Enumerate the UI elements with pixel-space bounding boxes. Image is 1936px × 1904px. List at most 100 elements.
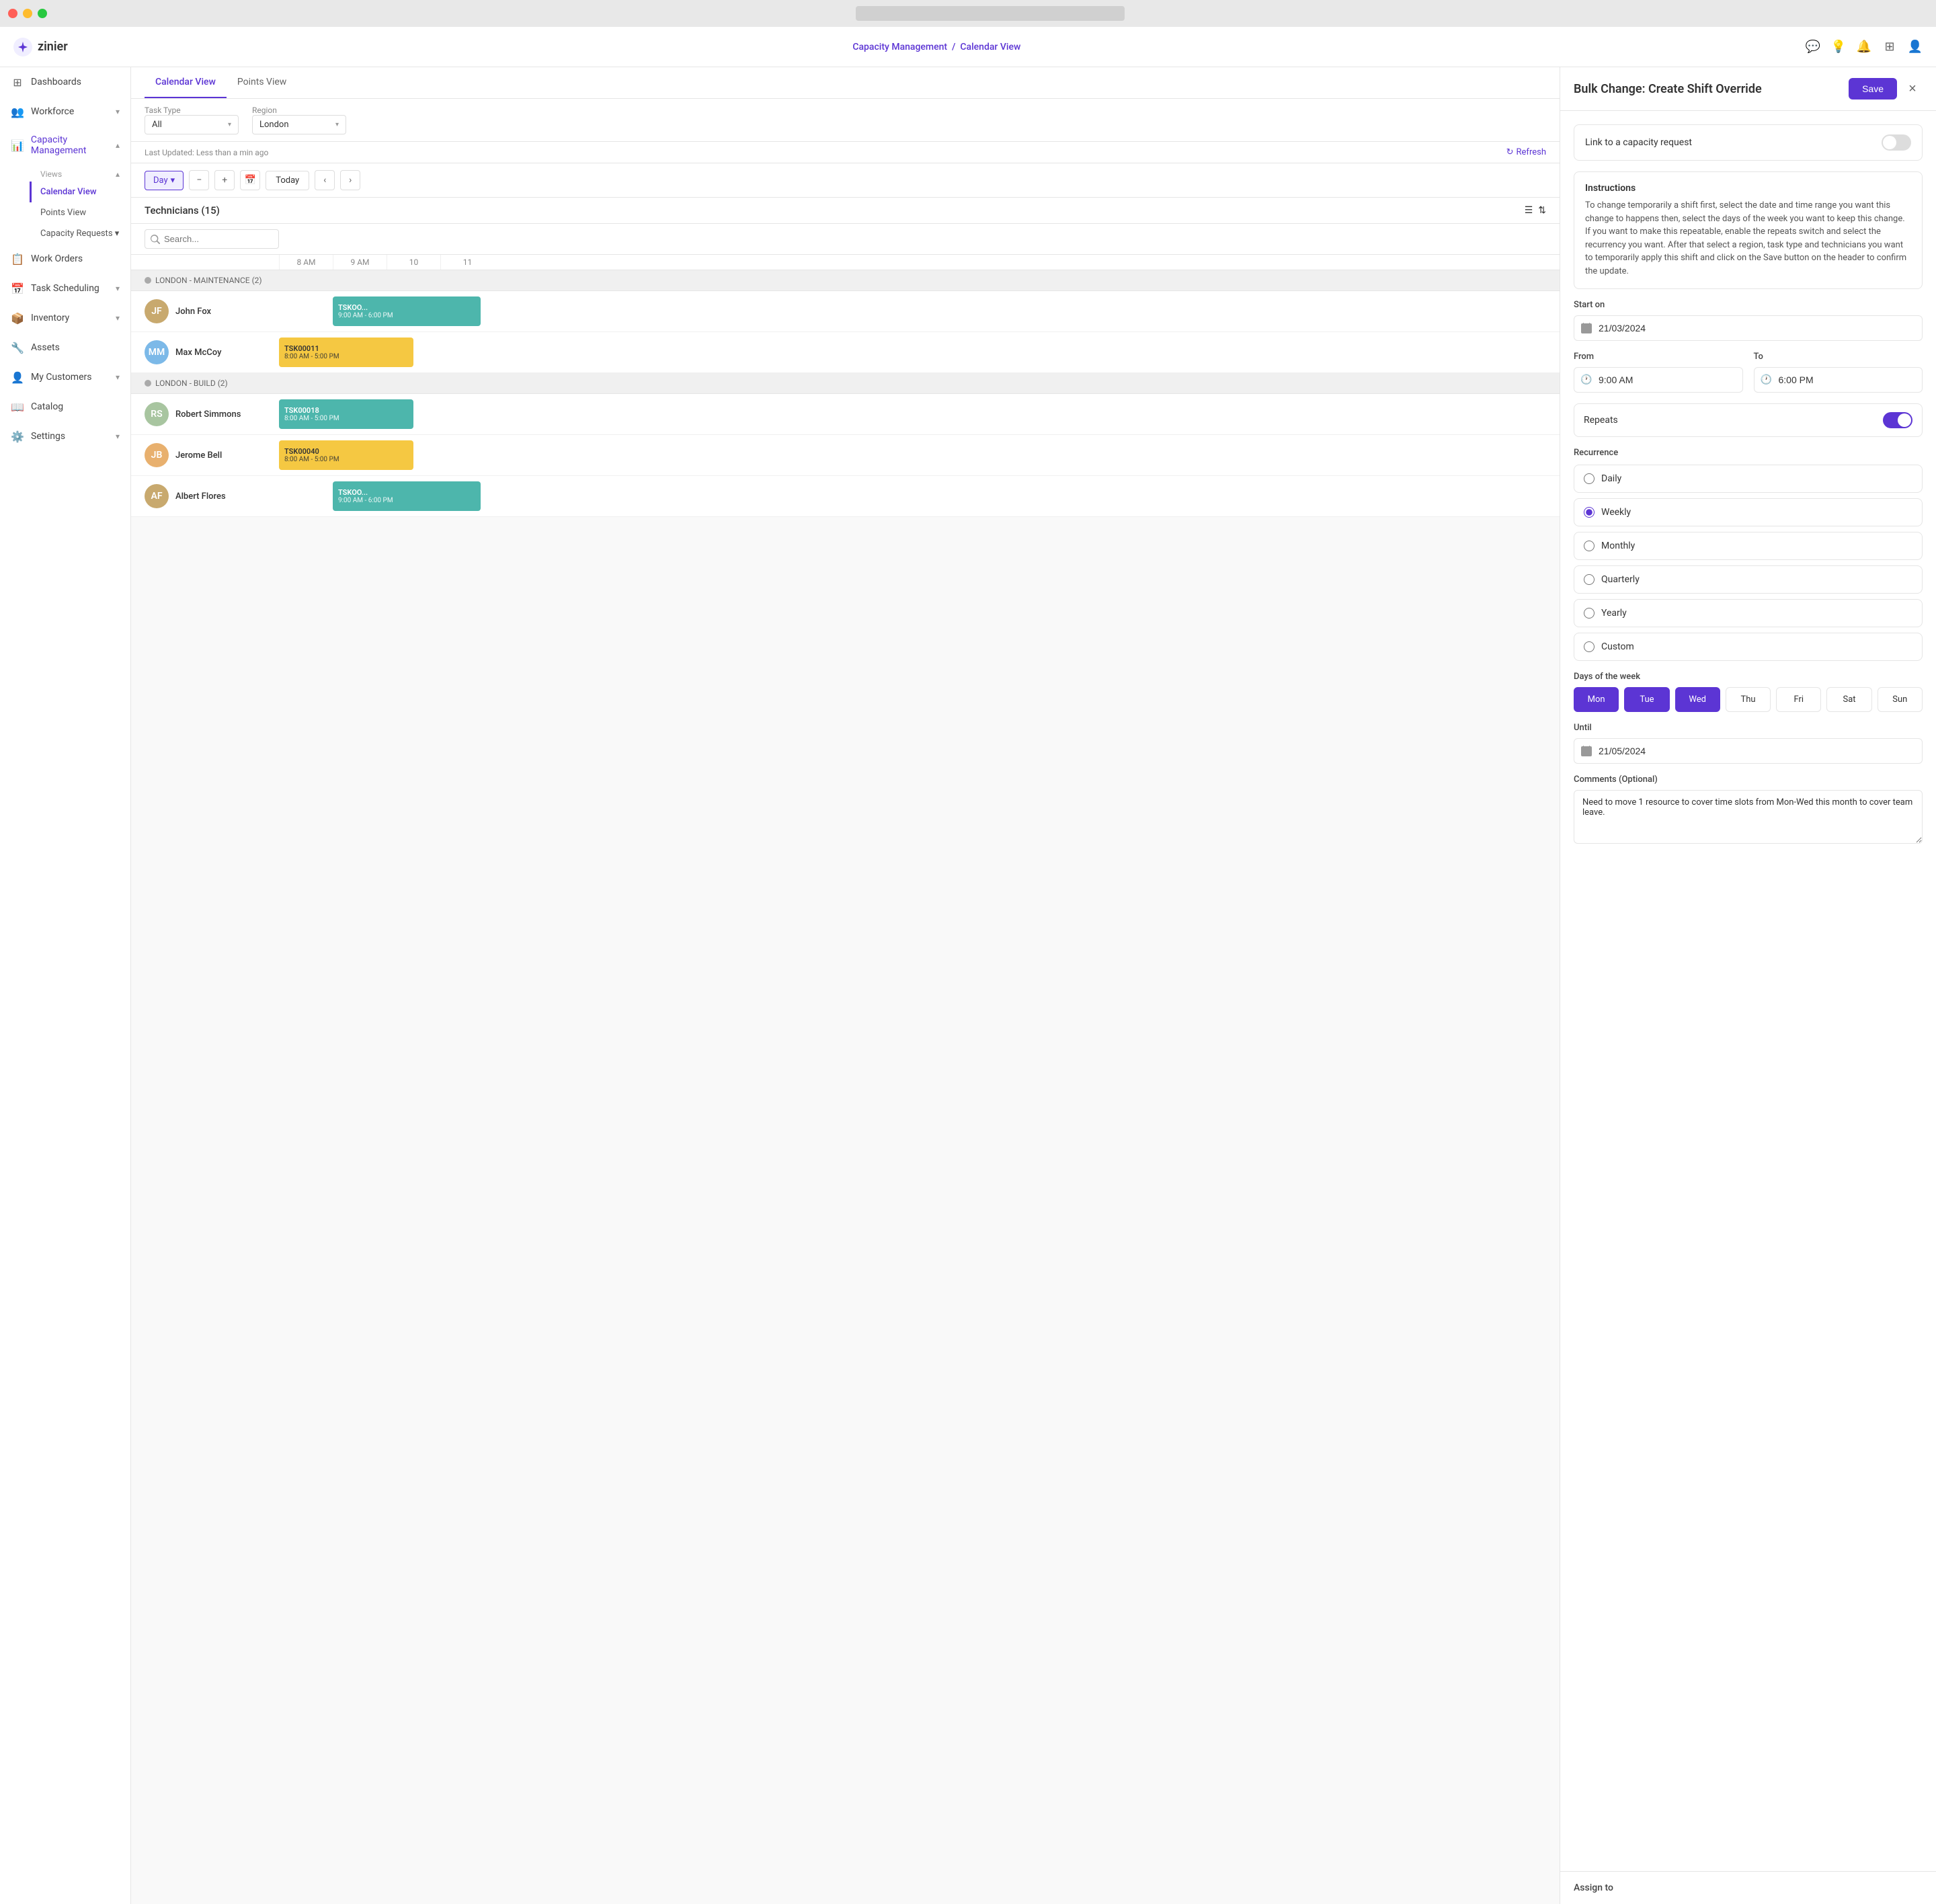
sidebar-item-capacity-requests[interactable]: Capacity Requests ▾ [30,223,130,244]
recurrence-weekly[interactable]: Weekly [1574,498,1923,526]
quarterly-radio[interactable] [1584,574,1595,585]
calendar-picker-btn[interactable]: 📅 [240,170,260,190]
until-date-input[interactable] [1574,738,1923,764]
save-button[interactable]: Save [1849,78,1897,100]
time-slot-11: 11 [440,255,494,270]
sidebar-item-capacity-management[interactable]: 📊 Capacity Management ▴ [0,126,130,164]
clipboard-icon: 📋 [11,252,24,266]
task-id: TSK00011 [284,344,408,353]
tech-name: Max McCoy [175,348,221,358]
close-window-btn[interactable] [8,9,17,18]
app-header: zinier Capacity Management / Calendar Vi… [0,27,1936,67]
recurrence-custom[interactable]: Custom [1574,633,1923,661]
day-view-btn[interactable]: Day ▾ [145,171,184,190]
breadcrumb: Capacity Management / Calendar View [79,42,1795,52]
refresh-icon: ↻ [1506,147,1514,157]
maximize-window-btn[interactable] [38,9,47,18]
minimize-window-btn[interactable] [23,9,32,18]
capacity-link-label: Link to a capacity request [1585,137,1692,148]
capacity-link-toggle[interactable] [1882,134,1911,151]
yearly-radio[interactable] [1584,608,1595,619]
tech-schedule: TSK00011 8:00 AM - 5:00 PM [279,332,1560,372]
repeats-toggle[interactable] [1883,412,1912,428]
daily-radio[interactable] [1584,473,1595,484]
tech-actions: ☰ ⇅ [1525,205,1546,216]
avatar: RS [145,402,169,426]
sidebar-item-points-view[interactable]: Points View [30,202,130,223]
region-select[interactable]: London ▾ [252,115,346,134]
tech-schedule: TSK00040 8:00 AM - 5:00 PM [279,435,1560,475]
to-time-input[interactable] [1754,367,1923,393]
time-slot-8am: 8 AM [279,255,333,270]
until-group: Until [1574,723,1923,764]
task-block[interactable]: TSKOO... 9:00 AM - 6:00 PM [333,481,481,511]
search-input[interactable] [145,229,279,249]
filter-icon[interactable]: ☰ [1525,205,1533,216]
task-block[interactable]: TSKOO... 9:00 AM - 6:00 PM [333,296,481,326]
today-button[interactable]: Today [266,171,309,190]
sidebar-item-work-orders[interactable]: 📋 Work Orders [0,244,130,274]
panel-content: Link to a capacity request Instructions … [1560,111,1936,1871]
message-icon[interactable]: 💬 [1806,40,1820,54]
task-block[interactable]: TSK00011 8:00 AM - 5:00 PM [279,338,413,367]
recurrence-yearly[interactable]: Yearly [1574,599,1923,627]
sidebar-item-inventory[interactable]: 📦 Inventory ▾ [0,303,130,333]
day-thu[interactable]: Thu [1726,687,1771,712]
day-fri[interactable]: Fri [1776,687,1821,712]
sidebar-item-my-customers[interactable]: 👤 My Customers ▾ [0,362,130,392]
from-time-input[interactable] [1574,367,1743,393]
close-button[interactable]: × [1902,79,1923,99]
monthly-radio[interactable] [1584,541,1595,551]
task-type-select[interactable]: All ▾ [145,115,239,134]
sidebar-item-workforce[interactable]: 👥 Workforce ▾ [0,97,130,126]
chart-icon: 📊 [11,138,24,152]
zoom-out-btn[interactable]: − [189,170,209,190]
breadcrumb-parent: Capacity Management [852,42,947,52]
grid-icon: ⊞ [11,75,24,89]
sort-icon[interactable]: ⇅ [1538,205,1546,216]
user-icon[interactable]: 👤 [1908,40,1923,54]
task-id: TSKOO... [338,488,475,497]
sidebar-item-assets[interactable]: 🔧 Assets [0,333,130,362]
group-name: LONDON - BUILD (2) [155,379,228,388]
weekly-radio[interactable] [1584,507,1595,518]
task-time: 8:00 AM - 5:00 PM [284,415,408,422]
sidebar-item-catalog[interactable]: 📖 Catalog [0,392,130,422]
sidebar-item-task-scheduling[interactable]: 📅 Task Scheduling ▾ [0,274,130,303]
comments-textarea[interactable]: Need to move 1 resource to cover time sl… [1574,790,1923,844]
task-block[interactable]: TSK00018 8:00 AM - 5:00 PM [279,399,413,429]
instructions-text: To change temporarily a shift first, sel… [1585,199,1911,278]
day-tue[interactable]: Tue [1624,687,1669,712]
address-bar [856,6,1125,21]
calendar-panel: Calendar View Points View Task Type All … [131,67,1560,1904]
day-sun[interactable]: Sun [1878,687,1923,712]
recurrence-monthly[interactable]: Monthly [1574,532,1923,560]
users-icon: 👥 [11,105,24,118]
tab-calendar-view[interactable]: Calendar View [145,67,227,98]
book-icon: 📖 [11,400,24,413]
notification-icon[interactable]: 🔔 [1857,40,1871,54]
region-value: London [259,120,289,130]
sidebar-item-dashboards[interactable]: ⊞ Dashboards [0,67,130,97]
recurrence-quarterly[interactable]: Quarterly [1574,565,1923,594]
weekly-label: Weekly [1601,507,1631,518]
tab-points-view[interactable]: Points View [227,67,297,98]
next-btn[interactable]: › [340,170,360,190]
apps-icon[interactable]: ⊞ [1882,40,1897,54]
sidebar-item-settings[interactable]: ⚙️ Settings ▾ [0,422,130,451]
custom-radio[interactable] [1584,641,1595,652]
help-icon[interactable]: 💡 [1831,40,1846,54]
assign-to-label: Assign to [1574,1882,1613,1893]
days-of-week-group: Days of the week Mon Tue Wed Thu Fri Sat… [1574,672,1923,712]
day-sat[interactable]: Sat [1826,687,1871,712]
prev-btn[interactable]: ‹ [315,170,335,190]
task-block[interactable]: TSK00040 8:00 AM - 5:00 PM [279,440,413,470]
tool-icon: 🔧 [11,341,24,354]
day-mon[interactable]: Mon [1574,687,1619,712]
refresh-button[interactable]: ↻ Refresh [1506,147,1546,157]
sidebar-item-calendar-view[interactable]: Calendar View [30,182,130,202]
zoom-in-btn[interactable]: + [214,170,235,190]
start-date-input[interactable] [1574,315,1923,341]
day-wed[interactable]: Wed [1675,687,1720,712]
recurrence-daily[interactable]: Daily [1574,465,1923,493]
